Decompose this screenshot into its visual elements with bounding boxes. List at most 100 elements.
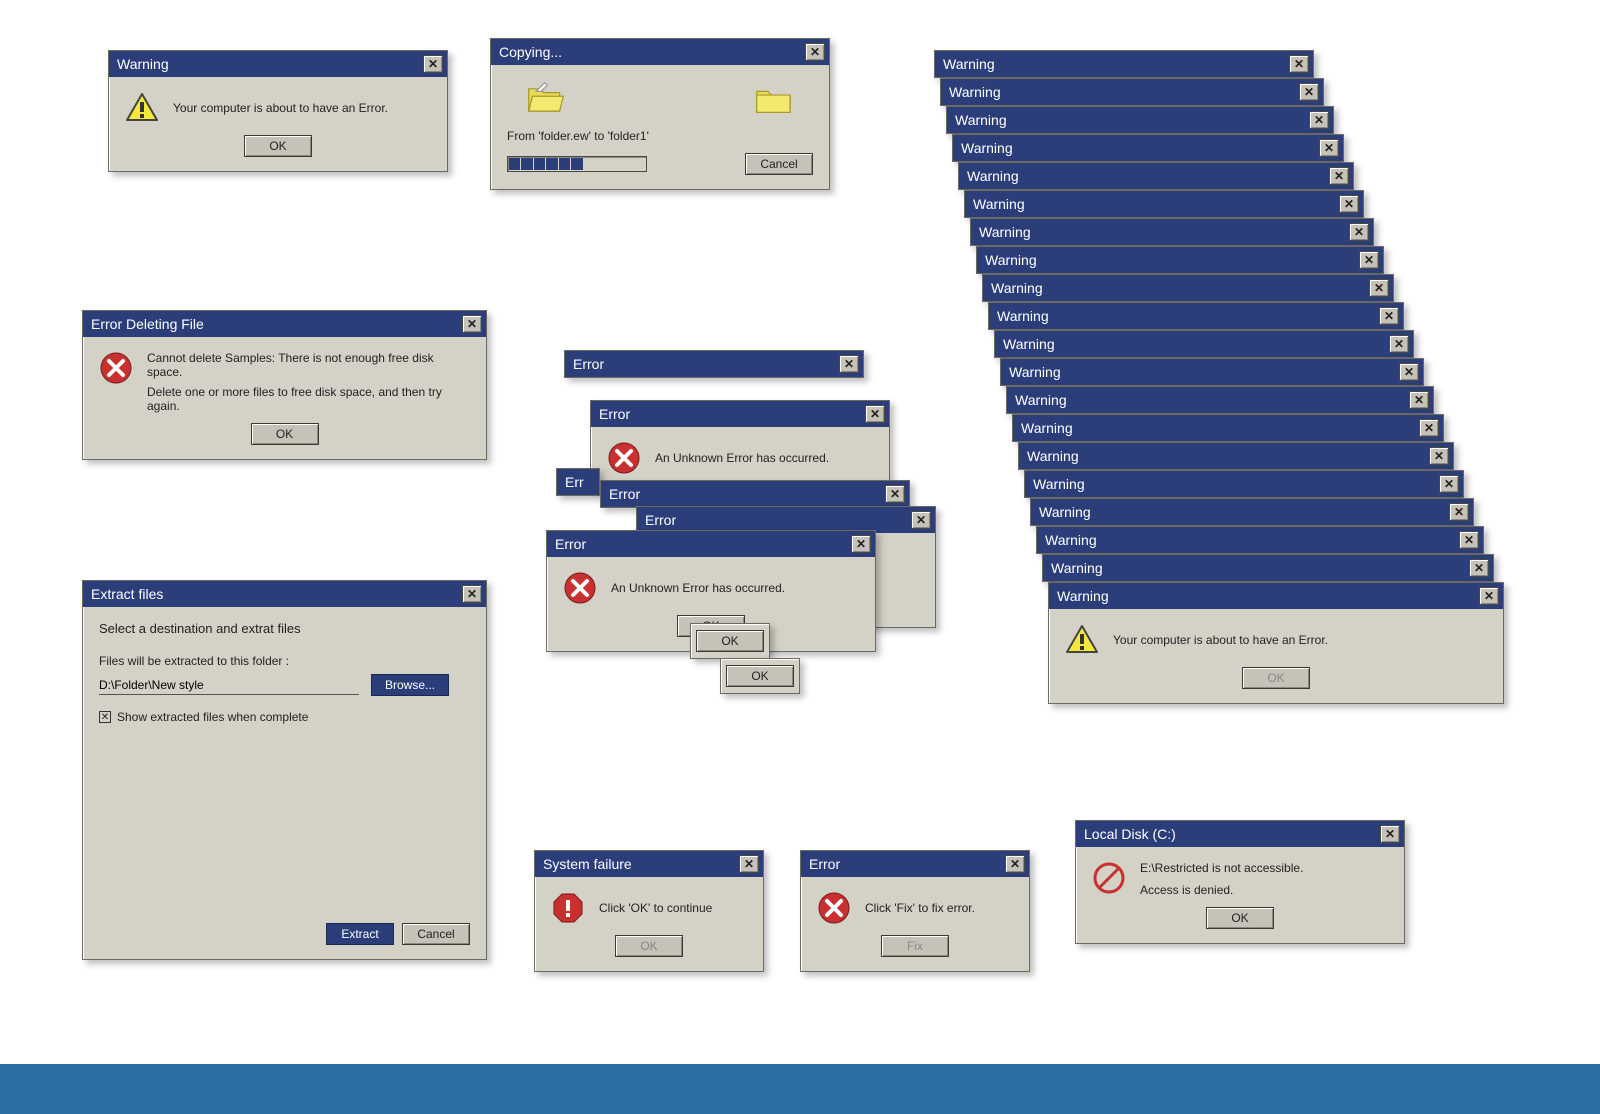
error-dialog-cascade: OK (690, 623, 770, 659)
titlebar[interactable]: Error Deleting File ✕ (83, 311, 486, 337)
close-icon[interactable]: ✕ (1379, 307, 1399, 325)
window-title: Warning (117, 56, 169, 72)
close-icon[interactable]: ✕ (1429, 447, 1449, 465)
warning-dialog-cascade: Warning ✕ (1042, 554, 1494, 582)
titlebar[interactable]: Warning ✕ (1049, 583, 1503, 609)
titlebar[interactable]: Warning ✕ (935, 51, 1313, 77)
titlebar[interactable]: Error ✕ (591, 401, 889, 427)
warning-dialog-cascade: Warning ✕ Your computer is about to have… (1048, 582, 1504, 704)
titlebar[interactable]: Warning ✕ (1007, 387, 1433, 413)
titlebar[interactable]: Error ✕ (565, 351, 863, 377)
titlebar[interactable]: Warning ✕ (941, 79, 1323, 105)
titlebar[interactable]: Warning ✕ (1001, 359, 1423, 385)
extract-button[interactable]: Extract (326, 923, 394, 945)
close-icon[interactable]: ✕ (1359, 251, 1379, 269)
close-icon[interactable]: ✕ (1389, 335, 1409, 353)
titlebar[interactable]: Warning ✕ (1043, 555, 1493, 581)
close-icon[interactable]: ✕ (739, 855, 759, 873)
close-icon[interactable]: ✕ (1439, 475, 1459, 493)
titlebar[interactable]: Error ✕ (801, 851, 1029, 877)
ok-button[interactable]: OK (251, 423, 319, 445)
fix-button[interactable]: Fix (881, 935, 949, 957)
titlebar[interactable]: Warning ✕ (989, 303, 1403, 329)
close-icon[interactable]: ✕ (1409, 391, 1429, 409)
titlebar[interactable]: Warning ✕ (947, 107, 1333, 133)
titlebar[interactable]: System failure ✕ (535, 851, 763, 877)
warning-dialog-cascade: Warning ✕ (976, 246, 1384, 274)
window-title: Warning (1045, 532, 1097, 548)
error-icon (607, 441, 641, 475)
close-icon[interactable]: ✕ (865, 405, 885, 423)
titlebar[interactable]: Warning ✕ (983, 275, 1393, 301)
close-icon[interactable]: ✕ (423, 55, 443, 73)
titlebar[interactable]: Warning ✕ (1013, 415, 1443, 441)
ok-button[interactable]: OK (726, 665, 794, 687)
close-icon[interactable]: ✕ (911, 511, 931, 529)
close-icon[interactable]: ✕ (1005, 855, 1025, 873)
warning-dialog-cascade: Warning ✕ (958, 162, 1354, 190)
close-icon[interactable]: ✕ (1419, 419, 1439, 437)
titlebar[interactable]: Warning ✕ (1031, 499, 1473, 525)
titlebar[interactable]: Copying... ✕ (491, 39, 829, 65)
titlebar[interactable]: Error ✕ (601, 481, 909, 507)
ok-button[interactable]: OK (615, 935, 683, 957)
close-icon[interactable]: ✕ (851, 535, 871, 553)
titlebar[interactable]: Warning ✕ (1019, 443, 1453, 469)
message: Your computer is about to have an Error. (1113, 633, 1328, 647)
ok-button[interactable]: OK (696, 630, 764, 652)
checkbox[interactable]: ✕ (99, 711, 111, 723)
titlebar[interactable]: Warning ✕ (1025, 471, 1463, 497)
titlebar[interactable]: Warning ✕ (959, 163, 1353, 189)
window-title: Warning (949, 84, 1001, 100)
window-title: Local Disk (C:) (1084, 826, 1176, 842)
close-icon[interactable]: ✕ (1309, 111, 1329, 129)
close-icon[interactable]: ✕ (805, 43, 825, 61)
close-icon[interactable]: ✕ (1329, 167, 1349, 185)
window-title: Warning (1003, 336, 1055, 352)
titlebar[interactable]: Warning ✕ (109, 51, 447, 77)
close-icon[interactable]: ✕ (1299, 83, 1319, 101)
cancel-button[interactable]: Cancel (745, 153, 813, 175)
window-title: Error (609, 486, 640, 502)
extract-sub: Files will be extracted to this folder : (99, 654, 470, 668)
ok-button[interactable]: OK (1206, 907, 1274, 929)
titlebar[interactable]: Extract files ✕ (83, 581, 486, 607)
close-icon[interactable]: ✕ (1369, 279, 1389, 297)
close-icon[interactable]: ✕ (462, 585, 482, 603)
warning-icon (1065, 623, 1099, 657)
close-icon[interactable]: ✕ (1319, 139, 1339, 157)
browse-button[interactable]: Browse... (371, 674, 449, 696)
close-icon[interactable]: ✕ (885, 485, 905, 503)
close-icon[interactable]: ✕ (462, 315, 482, 333)
message: An Unknown Error has occurred. (611, 581, 785, 595)
ok-button[interactable]: OK (244, 135, 312, 157)
close-icon[interactable]: ✕ (1469, 559, 1489, 577)
titlebar[interactable]: Local Disk (C:) ✕ (1076, 821, 1404, 847)
titlebar[interactable]: Error ✕ (547, 531, 875, 557)
close-icon[interactable]: ✕ (839, 355, 859, 373)
titlebar[interactable]: Warning ✕ (995, 331, 1413, 357)
close-icon[interactable]: ✕ (1339, 195, 1359, 213)
window-title: Warning (1027, 448, 1079, 464)
titlebar[interactable]: Err (557, 469, 599, 495)
close-icon[interactable]: ✕ (1459, 531, 1479, 549)
ok-button[interactable]: OK (1242, 667, 1310, 689)
window-title: Warning (943, 56, 995, 72)
close-icon[interactable]: ✕ (1349, 223, 1369, 241)
titlebar[interactable]: Warning ✕ (953, 135, 1343, 161)
close-icon[interactable]: ✕ (1399, 363, 1419, 381)
warning-dialog-cascade: Warning ✕ (970, 218, 1374, 246)
folder-closed-icon (753, 79, 795, 121)
message: An Unknown Error has occurred. (655, 451, 829, 465)
close-icon[interactable]: ✕ (1380, 825, 1400, 843)
close-icon[interactable]: ✕ (1479, 587, 1499, 605)
close-icon[interactable]: ✕ (1289, 55, 1309, 73)
titlebar[interactable]: Warning ✕ (965, 191, 1363, 217)
titlebar[interactable]: Warning ✕ (971, 219, 1373, 245)
titlebar[interactable]: Warning ✕ (1037, 527, 1483, 553)
warning-dialog-cascade: Warning ✕ (940, 78, 1324, 106)
path-input[interactable] (99, 676, 359, 695)
close-icon[interactable]: ✕ (1449, 503, 1469, 521)
cancel-button[interactable]: Cancel (402, 923, 470, 945)
titlebar[interactable]: Warning ✕ (977, 247, 1383, 273)
